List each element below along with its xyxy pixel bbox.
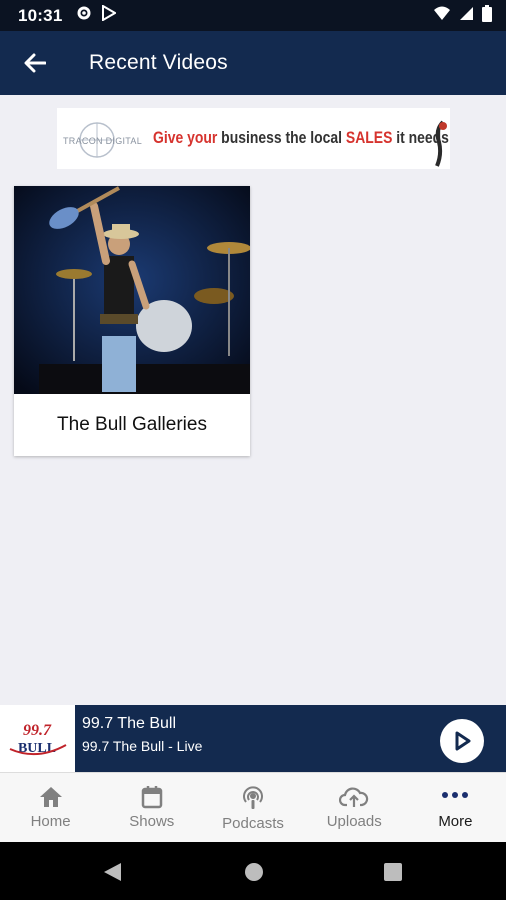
nav-label: More — [438, 813, 473, 830]
arrow-left-icon — [24, 53, 46, 73]
app-bar: Recent Videos — [0, 31, 506, 95]
settings-icon — [76, 5, 92, 26]
banner-logo-text: TRACON DIGITAL — [63, 136, 143, 146]
battery-icon — [482, 4, 492, 27]
system-nav-bar — [0, 842, 506, 900]
gallery-thumbnail — [14, 186, 250, 394]
nav-item-shows[interactable]: Shows — [101, 773, 202, 843]
nav-label: Shows — [129, 813, 175, 830]
nav-item-podcasts[interactable]: Podcasts — [202, 773, 303, 843]
bottom-nav: Home Shows Podcasts Uploads More — [0, 772, 506, 843]
nav-item-more[interactable]: More — [405, 773, 506, 843]
gallery-card[interactable]: The Bull Galleries — [14, 186, 250, 456]
page-title: Recent Videos — [89, 51, 228, 74]
system-recents-icon[interactable] — [383, 862, 403, 882]
station-logo: 99.7 BULL — [0, 705, 75, 772]
wifi-icon — [433, 6, 451, 26]
play-icon — [455, 731, 471, 751]
play-button[interactable] — [440, 719, 484, 763]
home-icon — [39, 787, 62, 807]
banner-graphic-icon — [435, 120, 447, 167]
nav-item-home[interactable]: Home — [0, 773, 101, 843]
more-icon — [442, 792, 469, 798]
podcast-icon — [243, 786, 263, 809]
back-button[interactable] — [7, 31, 63, 95]
nav-label: Uploads — [326, 813, 382, 830]
now-playing-bar[interactable]: 99.7 BULL 99.7 The Bull 99.7 The Bull - … — [0, 705, 506, 772]
signal-icon — [459, 6, 474, 26]
station-name: 99.7 The Bull — [82, 715, 176, 732]
nav-label: Home — [30, 813, 71, 830]
slogan-part: SALES — [345, 128, 393, 147]
slogan-part: Give your — [153, 128, 218, 147]
calendar-icon — [141, 786, 163, 809]
svg-text:99.7: 99.7 — [23, 722, 52, 739]
banner-slogan: Give your business the local SALES it ne… — [153, 128, 449, 148]
stream-name: 99.7 The Bull - Live — [82, 738, 203, 754]
gallery-title: The Bull Galleries — [57, 414, 207, 435]
nav-label: Podcasts — [222, 815, 284, 832]
banner-ad[interactable]: TRACON DIGITAL Give your business the lo… — [57, 108, 450, 169]
nav-item-uploads[interactable]: Uploads — [304, 773, 405, 843]
cloud-upload-icon — [339, 787, 369, 807]
slogan-part: business the local — [217, 128, 346, 147]
play-store-icon — [102, 4, 118, 26]
system-home-icon[interactable] — [243, 861, 265, 883]
system-back-icon[interactable] — [101, 861, 123, 883]
status-time: 10:31 — [18, 5, 63, 25]
status-bar: 10:31 — [0, 0, 506, 31]
